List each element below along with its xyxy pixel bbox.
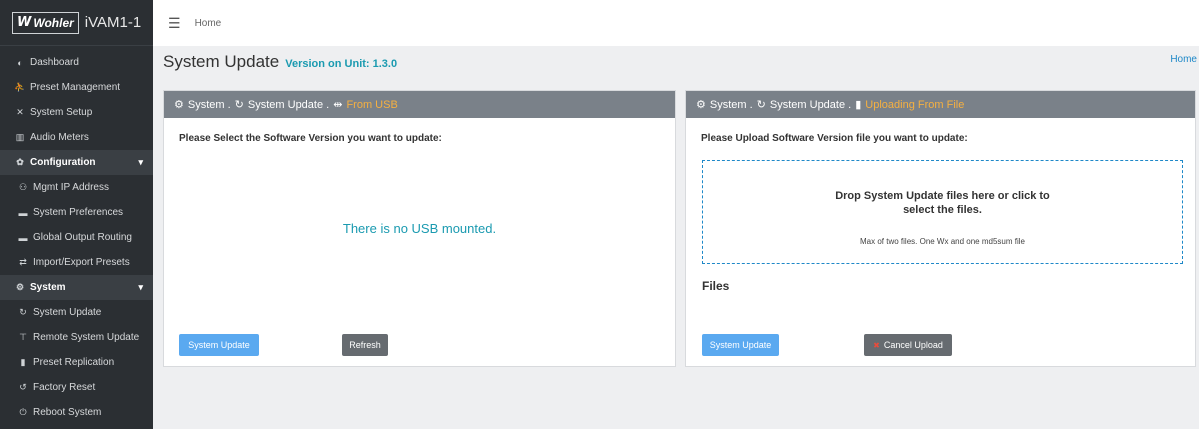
logo-text: Wohler (33, 15, 74, 30)
page-title: System Update Version on Unit: 1.3.0 (163, 52, 397, 72)
usb-status: There is no USB mounted. (342, 221, 497, 236)
gears-icon: ⚙ (174, 99, 184, 111)
model-name: iVAM1-1 (84, 14, 142, 31)
network-icon: ⚇ (18, 182, 28, 192)
dropzone-line1: Drop System Update files here or click t… (835, 190, 1050, 202)
sidebar-group-label: Configuration (30, 157, 96, 168)
sidebar-item-system-update[interactable]: ↻ System Update (0, 300, 153, 325)
copy-icon: ▮ (20, 357, 26, 367)
power-icon: ⏻ (19, 407, 27, 417)
sidebar-item-label: Preset Management (30, 82, 121, 93)
topbar: ☰ Home (153, 0, 1199, 46)
file-prompt: Please Upload Software Version file you … (701, 133, 968, 144)
sidebar-nav: ◐ Dashboard ⛹ Preset Management ✕ System… (0, 50, 153, 425)
dropzone-message: Drop System Update files here or click t… (703, 189, 1182, 217)
usb-prompt: Please Select the Software Version you w… (179, 133, 442, 144)
gears-icon: ⚙ (15, 282, 25, 292)
usb-system-update-button[interactable]: System Update (179, 334, 259, 356)
refresh-icon: ↻ (756, 99, 766, 111)
panel-header-source: From USB (346, 98, 398, 111)
hamburger-menu-icon[interactable]: ☰ (168, 15, 181, 32)
panel-header: ⚙ System . ↻ System Update . ▮ Uploading… (686, 91, 1195, 118)
sidebar-item-label: System Setup (30, 107, 93, 118)
sidebar-item-preset-management[interactable]: ⛹ Preset Management (0, 75, 153, 100)
dashboard-icon: ◐ (17, 57, 23, 68)
sidebar: W Wohler iVAM1-1 ◐ Dashboard ⛹ Preset Ma… (0, 0, 153, 429)
sidebar-item-label: System Update (33, 307, 102, 318)
close-icon: ✖ (873, 340, 880, 350)
sidebar-item-global-output-routing[interactable]: ▬ Global Output Routing (0, 225, 153, 250)
keyboard-icon: ▬ (18, 232, 28, 243)
chevron-down-icon: ▾ (138, 157, 143, 167)
sidebar-item-label: Remote System Update (33, 332, 140, 343)
gear-icon: ✿ (16, 157, 24, 167)
sidebar-item-label: Import/Export Presets (33, 257, 130, 268)
file-system-update-button[interactable]: System Update (702, 334, 779, 356)
page-title-text: System Update (163, 52, 280, 71)
sidebar-item-label: Preset Replication (33, 357, 115, 368)
sidebar-item-system-setup[interactable]: ✕ System Setup (0, 100, 153, 125)
brand[interactable]: W Wohler iVAM1-1 (0, 0, 153, 46)
home-link[interactable]: Home (1170, 54, 1197, 65)
sidebar-item-label: Reboot System (33, 407, 102, 418)
panel-header-system: System . (187, 98, 231, 111)
refresh-icon: ↻ (19, 307, 27, 317)
file-update-panel: ⚙ System . ↻ System Update . ▮ Uploading… (685, 90, 1196, 367)
bar-chart-icon: ▥ (15, 132, 25, 142)
dropzone-hint: Max of two files. One Wx and one md5sum … (860, 237, 1025, 246)
breadcrumb[interactable]: Home (195, 18, 222, 29)
panel-header-source: Uploading From File (865, 98, 965, 111)
sidebar-group-label: System (30, 282, 66, 293)
panel-header-update: System Update . (769, 98, 852, 111)
sidebar-item-preset-replication[interactable]: ▮ Preset Replication (0, 350, 153, 375)
cancel-upload-button[interactable]: ✖ Cancel Upload (864, 334, 952, 356)
sidebar-item-label: Dashboard (30, 57, 79, 68)
sidebar-item-label: Audio Meters (30, 132, 89, 143)
chevron-down-icon: ▾ (138, 282, 143, 292)
file-icon: ▮ (855, 99, 862, 111)
panel-header-update: System Update . (247, 98, 330, 111)
gears-icon: ⚙ (696, 99, 706, 111)
sidebar-item-mgmt-ip[interactable]: ⚇ Mgmt IP Address (0, 175, 153, 200)
sidebar-item-system-preferences[interactable]: ▬ System Preferences (0, 200, 153, 225)
wohler-logo: W Wohler (12, 11, 79, 34)
tools-icon: ✕ (16, 107, 24, 117)
sidebar-item-dashboard[interactable]: ◐ Dashboard (0, 50, 153, 75)
exchange-icon: ⇄ (19, 257, 27, 267)
refresh-button[interactable]: Refresh (342, 334, 388, 356)
sidebar-item-label: Mgmt IP Address (33, 182, 109, 193)
sidebar-item-audio-meters[interactable]: ▥ Audio Meters (0, 125, 153, 150)
sidebar-item-label: Factory Reset (33, 382, 96, 393)
refresh-icon: ↻ (234, 99, 244, 111)
dropzone-line2: select the files. (903, 204, 982, 216)
sidebar-item-reboot-system[interactable]: ⏻ Reboot System (0, 400, 153, 425)
file-dropzone[interactable]: Drop System Update files here or click t… (702, 160, 1183, 264)
sidebar-group-system[interactable]: ⚙ System ▾ (0, 275, 153, 300)
sidebar-item-remote-system-update[interactable]: ⊤ Remote System Update (0, 325, 153, 350)
antenna-icon: ⊤ (19, 332, 27, 342)
sidebar-item-label: System Preferences (33, 207, 124, 218)
keyboard-icon: ▬ (18, 207, 28, 218)
cancel-upload-label: Cancel Upload (883, 340, 943, 350)
undo-icon: ↺ (19, 382, 27, 392)
usb-update-panel: ⚙ System . ↻ System Update . ⇹ From USB … (163, 90, 676, 367)
files-heading: Files (702, 279, 730, 293)
sidebar-item-label: Global Output Routing (33, 232, 132, 243)
sidebar-item-import-export-presets[interactable]: ⇄ Import/Export Presets (0, 250, 153, 275)
usb-icon: ⇹ (333, 99, 343, 111)
sidebar-item-factory-reset[interactable]: ↺ Factory Reset (0, 375, 153, 400)
panel-header-system: System . (709, 98, 753, 111)
sidebar-group-configuration[interactable]: ✿ Configuration ▾ (0, 150, 153, 175)
version-label: Version on Unit: 1.3.0 (285, 58, 398, 70)
logo-w-icon: W (17, 15, 32, 30)
user-icon: ⛹ (14, 82, 26, 92)
panel-header: ⚙ System . ↻ System Update . ⇹ From USB (164, 91, 675, 118)
